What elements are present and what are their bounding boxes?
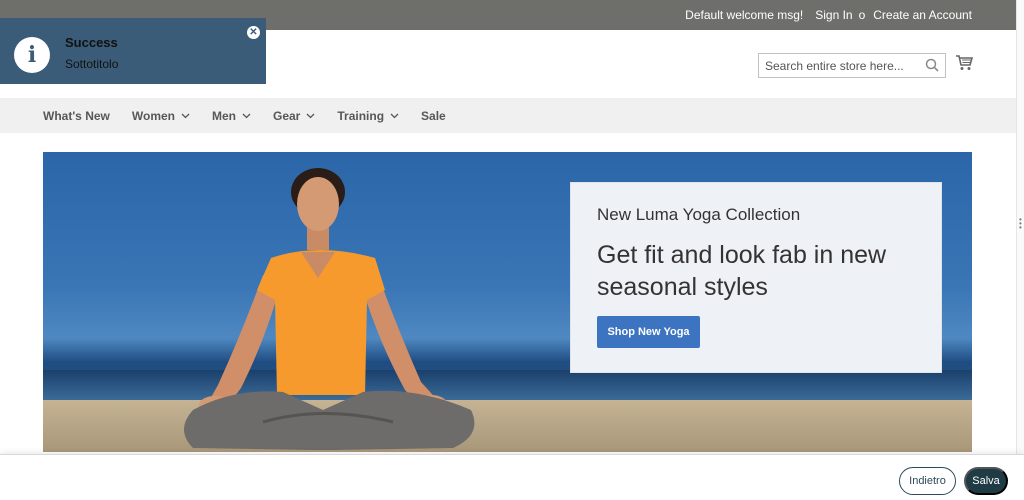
main-navigation: What's New Women Men Gear Training Sale [0,98,1016,133]
nav-item-label: Sale [421,109,446,123]
cart-icon[interactable] [955,54,973,72]
nav-item-whats-new[interactable]: What's New [43,109,110,123]
shop-new-yoga-button[interactable]: Shop New Yoga [597,316,700,348]
nav-item-sale[interactable]: Sale [421,109,446,123]
nav-item-gear[interactable]: Gear [273,109,315,123]
toast-title: Success [65,35,118,50]
hero-banner[interactable]: New Luma Yoga Collection Get fit and loo… [43,152,972,452]
search-box[interactable] [758,53,946,78]
top-links: Default welcome msg! Sign In o Create an… [685,8,972,22]
toast-subtitle: Sottotitolo [65,57,119,71]
nav-item-women[interactable]: Women [132,109,190,123]
chevron-down-icon [390,113,399,119]
yoga-woman-image [184,168,475,450]
save-button[interactable]: Salva [964,467,1008,495]
separator: o [858,8,866,22]
chevron-down-icon [306,113,315,119]
promo-card: New Luma Yoga Collection Get fit and loo… [570,182,942,373]
nav-item-label: Training [337,109,385,123]
success-toast: i Success Sottotitolo ✕ [0,18,266,84]
sign-in-link[interactable]: Sign In [815,8,852,22]
nav-item-label: Women [131,109,175,123]
welcome-message: Default welcome msg! [685,8,804,22]
bottom-action-bar: Indietro Salva [0,454,1024,500]
nav-item-label: Gear [273,109,301,123]
nav-item-men[interactable]: Men [212,109,251,123]
page: Default welcome msg! Sign In o Create an… [0,0,1024,500]
promo-subtitle: New Luma Yoga Collection [597,205,801,224]
info-icon: i [14,37,50,73]
back-button[interactable]: Indietro [899,467,956,495]
more-dots-icon[interactable]: • • • [1019,216,1022,232]
nav-item-label: What's New [43,109,110,123]
search-icon[interactable] [925,58,939,72]
create-account-link[interactable]: Create an Account [873,8,972,22]
nav-item-label: Men [212,109,236,123]
chevron-down-icon [181,113,190,119]
nav-item-training[interactable]: Training [337,109,399,123]
search-input[interactable] [759,54,919,77]
side-scroll-strip[interactable]: • • • [1016,0,1024,500]
chevron-down-icon [242,113,251,119]
close-icon[interactable]: ✕ [247,26,260,39]
promo-headline: Get fit and look fab in new seasonal sty… [597,241,887,301]
